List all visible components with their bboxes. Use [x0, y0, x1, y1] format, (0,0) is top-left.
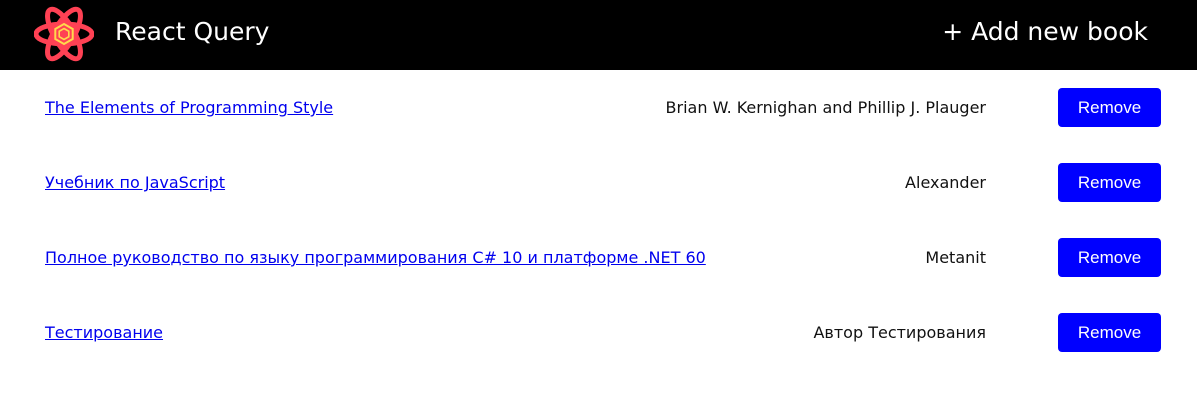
app-title: React Query [115, 17, 270, 46]
book-author: Alexander [905, 173, 986, 192]
remove-button[interactable]: Remove [1058, 88, 1161, 127]
remove-button[interactable]: Remove [1058, 313, 1161, 352]
book-author: Metanit [925, 248, 986, 267]
book-title-link[interactable]: Учебник по JavaScript [45, 173, 225, 193]
remove-button[interactable]: Remove [1058, 238, 1161, 277]
book-author: Brian W. Kernighan and Phillip J. Plauge… [665, 98, 986, 117]
app-header: React Query + Add new book [0, 0, 1197, 70]
add-new-book-link[interactable]: + Add new book [942, 16, 1148, 48]
book-row: Полное руководство по языку программиров… [0, 220, 1197, 295]
remove-button[interactable]: Remove [1058, 163, 1161, 202]
book-row: Тестирование Автор Тестирования Remove [0, 295, 1197, 370]
book-list: The Elements of Programming Style Brian … [0, 70, 1197, 370]
book-row: Учебник по JavaScript Alexander Remove [0, 145, 1197, 220]
book-title-link[interactable]: Полное руководство по языку программиров… [45, 248, 706, 268]
book-title-link[interactable]: The Elements of Programming Style [45, 98, 333, 118]
book-row: The Elements of Programming Style Brian … [0, 70, 1197, 145]
book-author: Автор Тестирования [813, 323, 986, 342]
react-query-logo-icon [34, 6, 94, 62]
book-title-link[interactable]: Тестирование [45, 323, 163, 343]
